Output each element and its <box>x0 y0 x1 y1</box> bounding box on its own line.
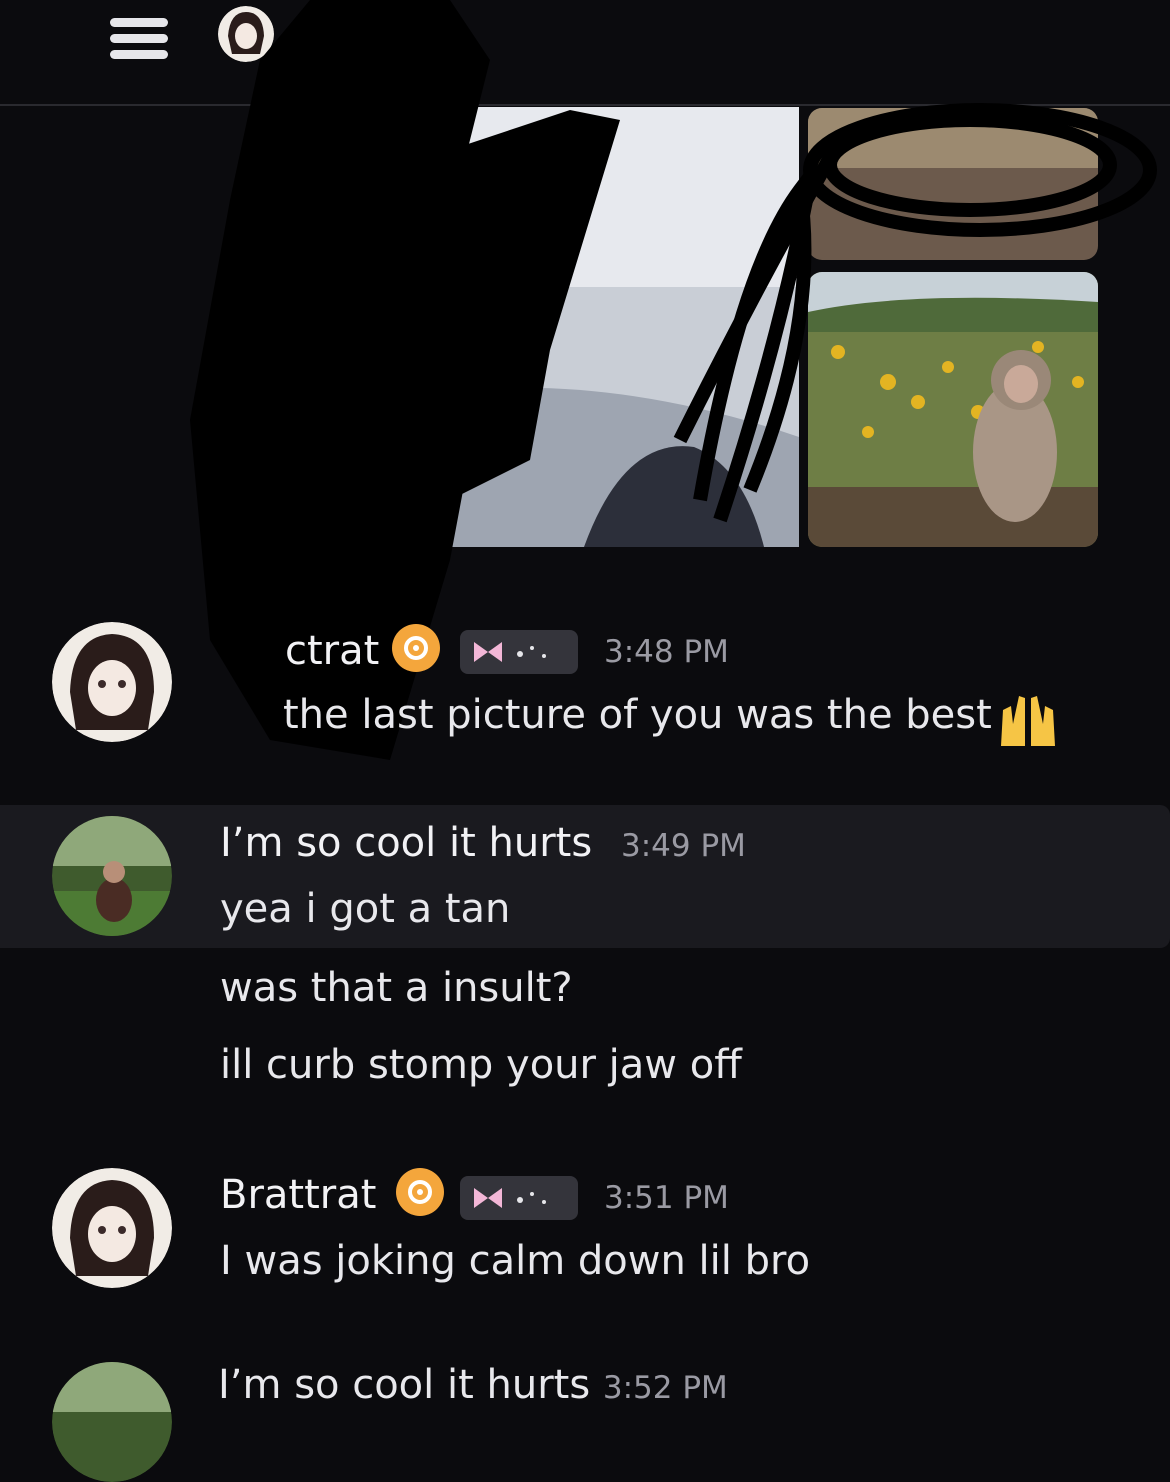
raised-hands-icon <box>995 684 1061 748</box>
butterfly-tag-icon[interactable] <box>460 630 578 674</box>
biohazard-icon <box>392 624 440 672</box>
message-text: the last picture of you was the best <box>283 692 992 738</box>
message-text: was that a insult? <box>220 965 573 1011</box>
message-username[interactable]: Brattrat <box>220 1172 376 1218</box>
message-text: ill curb stomp your jaw off <box>220 1042 742 1088</box>
biohazard-icon <box>396 1168 444 1216</box>
message-username[interactable]: ctrat <box>285 628 379 674</box>
avatar[interactable] <box>52 622 172 742</box>
butterfly-tag-icon[interactable] <box>460 1176 578 1220</box>
message-timestamp: 3:49 PM <box>621 828 746 864</box>
message-text: yea i got a tan <box>220 886 511 932</box>
message-username[interactable]: I’m so cool it hurts <box>220 820 592 866</box>
message-timestamp: 3:51 PM <box>604 1180 729 1216</box>
redaction-scribble-right <box>673 103 1157 523</box>
message-timestamp: 3:52 PM <box>602 1370 728 1406</box>
avatar[interactable] <box>52 816 172 936</box>
message-username[interactable]: I’m so cool it hurts 3:52 PM <box>218 1362 728 1408</box>
avatar[interactable] <box>52 1168 172 1288</box>
message-text: I was joking calm down lil bro <box>220 1238 811 1284</box>
avatar[interactable] <box>52 1362 172 1482</box>
message-timestamp: 3:48 PM <box>604 634 729 670</box>
